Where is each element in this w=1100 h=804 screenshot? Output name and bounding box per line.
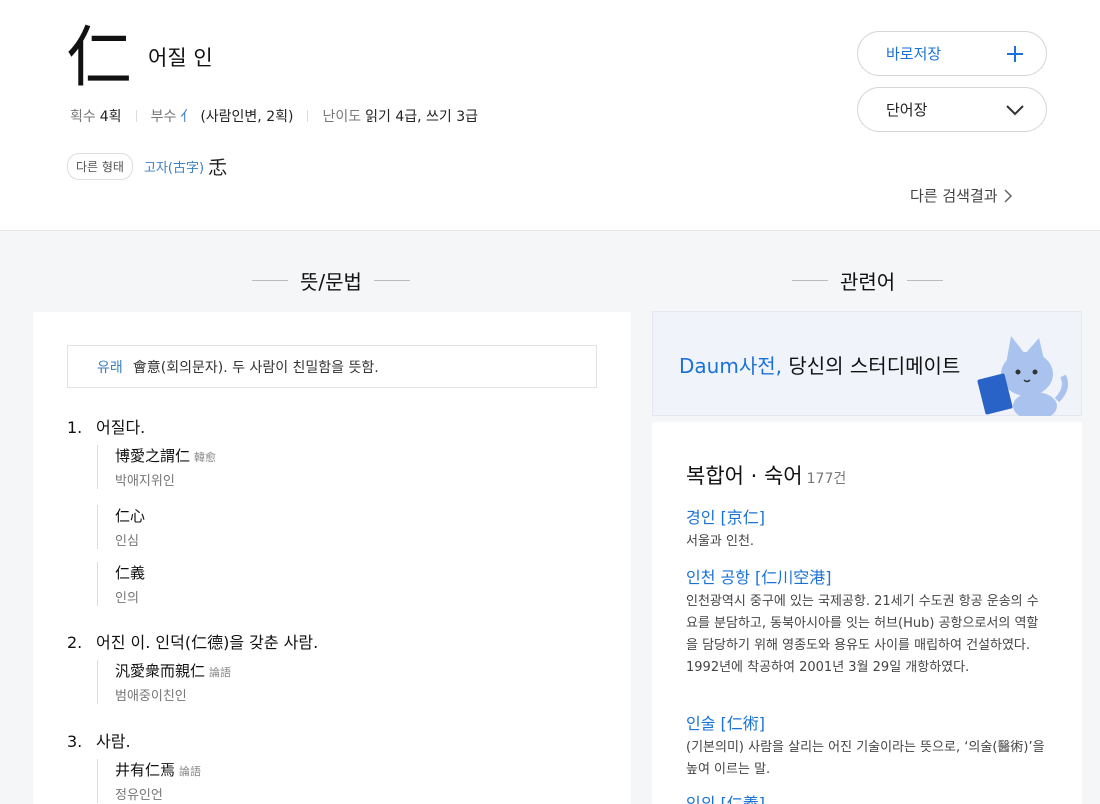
hanja-character: 仁	[66, 19, 132, 96]
related-item: 인천 공항 [仁川空港] 인천광역시 중구에 있는 국제공항. 21세기 수도권…	[686, 564, 1048, 679]
divider	[307, 110, 309, 122]
title-line	[373, 280, 410, 281]
stroke-value: 4획	[99, 109, 122, 125]
banner-tagline: 당신의 스터디메이트	[781, 354, 961, 378]
example-source: 論語	[209, 666, 232, 679]
divider	[135, 110, 137, 122]
title-line	[792, 280, 828, 281]
alt-form-badge: 다른 형태	[67, 153, 133, 180]
quick-save-label: 바로저장	[886, 45, 942, 63]
example-hanja[interactable]: 井有仁焉	[115, 761, 175, 779]
meaning-text: 사람.	[96, 732, 131, 751]
related-section-title: 관련어	[792, 266, 944, 295]
chevron-down-icon	[1006, 104, 1024, 115]
banner-brand: Daum사전,	[679, 354, 782, 378]
meaning-number: 3.	[67, 732, 83, 751]
related-word-link[interactable]: 경인 [京仁]	[686, 504, 1048, 528]
related-word-link[interactable]: 인의 [仁義]	[686, 790, 1048, 804]
example-hanja[interactable]: 汎愛衆而親仁	[115, 662, 205, 680]
related-count: 177건	[806, 471, 847, 487]
meaning-item: 2. 어진 이. 인덕(仁德)을 갖춘 사람.	[67, 629, 318, 653]
example-source: 論語	[179, 765, 202, 778]
origin-box: 유래 會意(회의문자). 두 사람이 친밀함을 뜻함.	[67, 345, 597, 388]
example-source: 韓愈	[194, 451, 217, 464]
example-hanja[interactable]: 仁義	[115, 564, 145, 582]
related-heading: 복합어 · 숙어 177건	[686, 460, 846, 490]
example-reading: 정유인언	[115, 788, 163, 803]
meaning-panel: 유래 會意(회의문자). 두 사람이 친밀함을 뜻함. 1. 어질다. 博愛之謂仁…	[33, 312, 631, 804]
related-word-desc: 인천광역시 중구에 있는 국제공항. 21세기 수도권 항공 운송의 수요를 분…	[686, 594, 1039, 675]
example-reading: 인의	[115, 591, 139, 606]
cat-mascot-icon	[977, 336, 1068, 416]
related-item: 경인 [京仁] 서울과 인천.	[686, 504, 1048, 553]
radical-label: 부수	[150, 109, 177, 125]
related-word-desc: (기본의미) 사람을 살리는 어진 기술이라는 뜻으로, ‘의술(醫術)’을 높…	[686, 740, 1045, 777]
banner-text: Daum사전, 당신의 스터디메이트	[679, 350, 960, 379]
old-form-char[interactable]: 忎	[208, 153, 227, 180]
meaning-text: 어진 이. 인덕(仁德)을 갖춘 사람.	[96, 633, 319, 652]
example-hanja[interactable]: 仁心	[115, 507, 145, 525]
example-item: 仁心 인심	[97, 505, 145, 549]
radical-link[interactable]: 亻	[180, 106, 194, 126]
related-word-desc: 서울과 인천.	[686, 534, 755, 549]
level-value: 읽기 4급, 쓰기 3급	[365, 109, 479, 125]
level-label: 난이도	[322, 109, 362, 125]
vocab-label: 단어장	[886, 101, 928, 119]
related-words-panel: 복합어 · 숙어 177건 경인 [京仁] 서울과 인천. 인천 공항 [仁川空港…	[652, 422, 1082, 804]
hanja-reading: 어질 인	[148, 46, 213, 70]
other-results-label: 다른 검색결과	[910, 187, 998, 205]
example-item: 井有仁焉 論語 정유인언	[97, 759, 201, 803]
meaning-text: 어질다.	[96, 418, 146, 437]
old-form-label: 고자(古字)	[143, 161, 205, 176]
meaning-section-title: 뜻/문법	[252, 266, 410, 295]
chevron-right-icon	[1004, 188, 1012, 203]
related-word-link[interactable]: 인천 공항 [仁川空港]	[686, 564, 1048, 588]
quick-save-button[interactable]: 바로저장	[857, 31, 1047, 76]
entry-header: 仁 어질 인 획수 4획 부수 亻 (사람인변, 2획) 난이도 읽기 4급, …	[0, 0, 1100, 231]
related-heading-text: 복합어 · 숙어	[686, 464, 803, 488]
radical-desc: (사람인변, 2획)	[200, 109, 294, 125]
title-line	[252, 280, 288, 281]
stroke-label: 획수	[70, 109, 96, 125]
example-reading: 인심	[115, 534, 139, 549]
example-reading: 범애중이친인	[115, 689, 187, 704]
origin-text: 會意(회의문자). 두 사람이 친밀함을 뜻함.	[132, 359, 379, 376]
meaning-number: 2.	[67, 633, 83, 652]
meaning-number: 1.	[67, 418, 83, 437]
example-item: 博愛之謂仁 韓愈 박애지위인	[97, 445, 216, 489]
related-item: 인의 [仁義]	[686, 790, 1048, 804]
related-word-link[interactable]: 인술 [仁術]	[686, 710, 1048, 734]
example-hanja[interactable]: 博愛之謂仁	[115, 447, 190, 465]
meaning-title-text: 뜻/문법	[300, 270, 362, 294]
plus-icon	[1007, 45, 1023, 62]
other-results-link[interactable]: 다른 검색결과	[910, 185, 1013, 206]
meaning-item: 1. 어질다.	[67, 414, 145, 438]
title-line	[907, 280, 944, 281]
entry-info-row: 획수 4획 부수 亻 (사람인변, 2획) 난이도 읽기 4급, 쓰기 3급	[70, 106, 478, 126]
origin-label: 유래	[97, 359, 123, 376]
alternate-forms: 다른 형태 고자(古字) 忎	[67, 153, 227, 180]
meaning-item: 3. 사람.	[67, 728, 131, 752]
promo-banner[interactable]: Daum사전, 당신의 스터디메이트	[652, 311, 1082, 416]
vocab-dropdown-button[interactable]: 단어장	[857, 87, 1047, 132]
related-title-text: 관련어	[840, 270, 896, 294]
example-reading: 박애지위인	[115, 474, 175, 489]
example-item: 汎愛衆而親仁 論語 범애중이친인	[97, 660, 231, 704]
related-item: 인술 [仁術] (기본의미) 사람을 살리는 어진 기술이라는 뜻으로, ‘의술…	[686, 710, 1048, 781]
example-item: 仁義 인의	[97, 562, 145, 606]
